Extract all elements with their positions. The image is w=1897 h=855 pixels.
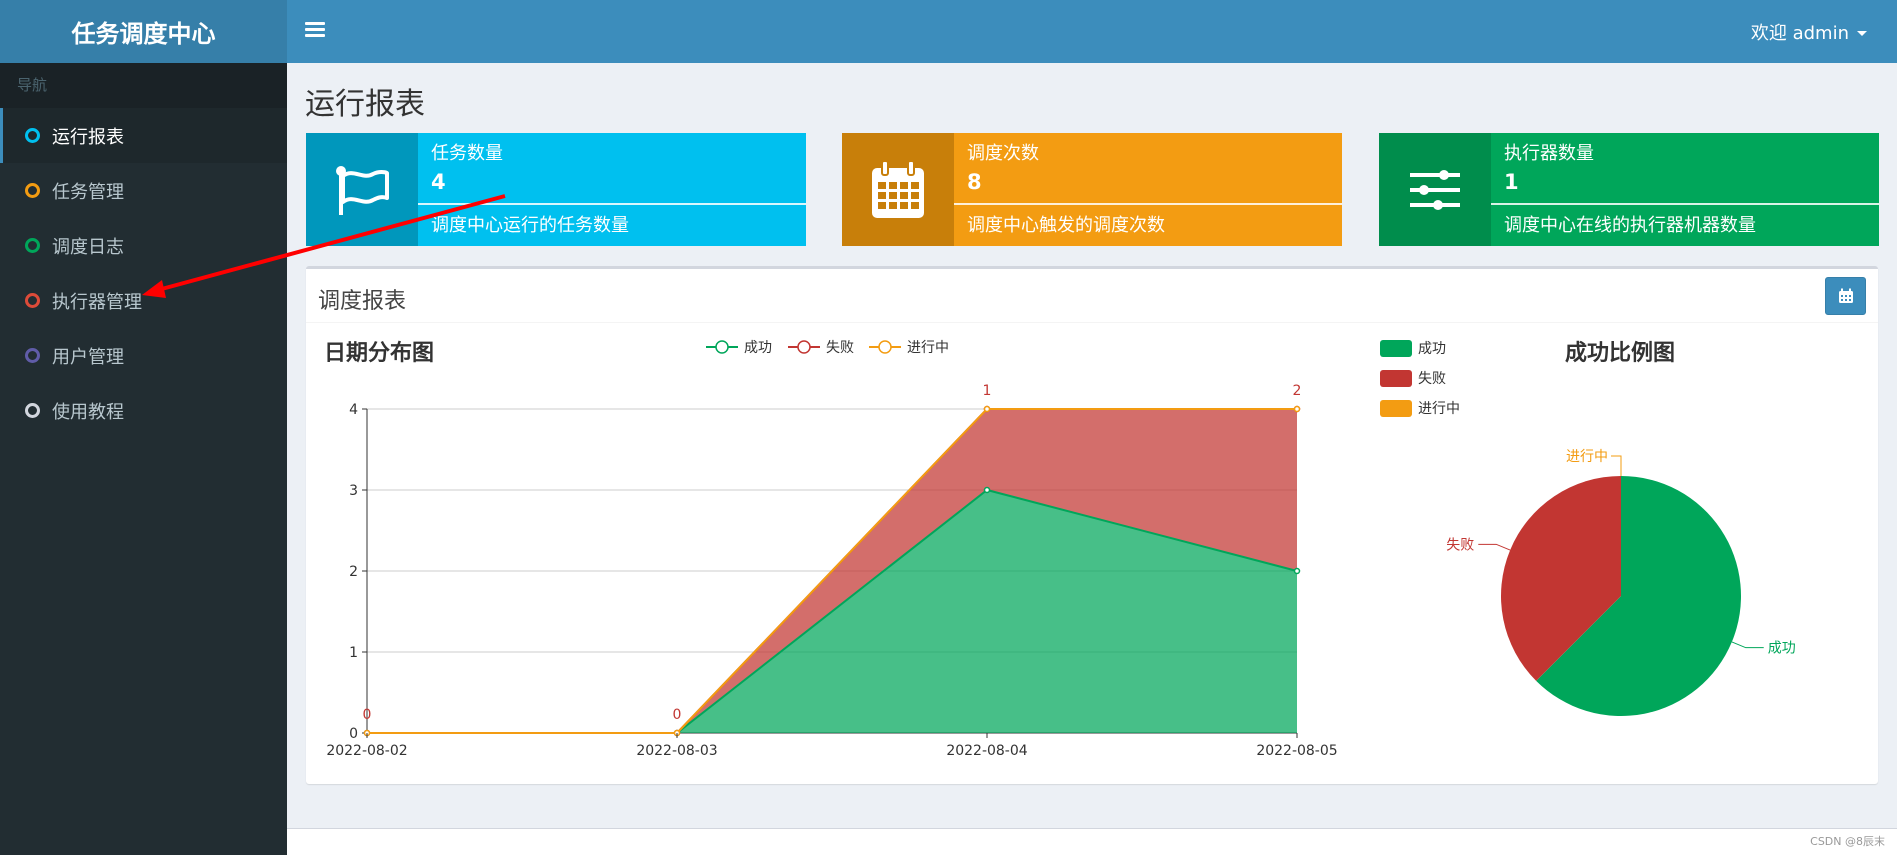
pie-label: 失败 [1446,537,1474,553]
footer [287,828,1897,855]
pie-label: 进行中 [1566,449,1608,465]
watermark: CSDN @8辰末 [1810,835,1885,848]
pie-label-line [1478,543,1511,551]
pie-label-line [1731,641,1764,649]
pie-label-line [1611,455,1622,476]
success-ratio-chart: 成功 失败 进行中 [1446,449,1796,717]
pie-label: 成功 [1768,641,1796,657]
